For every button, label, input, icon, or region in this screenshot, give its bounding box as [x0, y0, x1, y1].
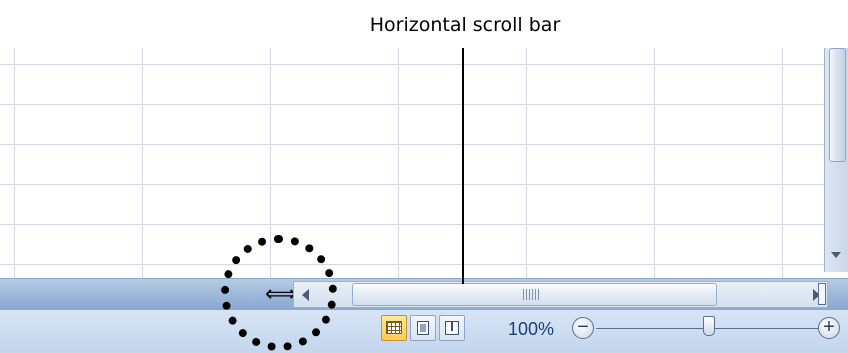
vertical-scroll-thumb[interactable]	[829, 48, 846, 162]
sheet-scroll-area: ⟺	[0, 278, 848, 311]
status-bar: 100% − +	[0, 310, 848, 353]
annotation-caption: Horizontal scroll bar	[0, 8, 848, 38]
zoom-level[interactable]: 100%	[508, 319, 554, 340]
page-layout-view-button[interactable]	[410, 315, 436, 341]
annotation-pointer-line	[462, 48, 464, 284]
grip-icon	[523, 289, 539, 300]
zoom-in-button[interactable]: +	[818, 317, 840, 339]
vertical-scroll-bar[interactable]	[824, 48, 848, 272]
page-break-preview-button[interactable]	[439, 315, 465, 341]
vertical-split-box[interactable]	[818, 283, 826, 305]
annotation-label: Horizontal scroll bar	[369, 14, 561, 36]
zoom-out-button[interactable]: −	[572, 317, 594, 339]
horizontal-scroll-bar[interactable]	[293, 281, 828, 308]
page-break-preview-icon	[445, 321, 459, 335]
page-layout-view-icon	[417, 321, 429, 335]
normal-view-icon	[386, 321, 402, 334]
highlight-circle	[221, 235, 337, 351]
arrow-down-icon[interactable]	[831, 252, 841, 258]
zoom-slider-thumb[interactable]	[703, 316, 715, 336]
normal-view-button[interactable]	[381, 315, 407, 341]
horizontal-scroll-thumb[interactable]	[352, 283, 717, 306]
worksheet-grid[interactable]	[0, 48, 830, 278]
